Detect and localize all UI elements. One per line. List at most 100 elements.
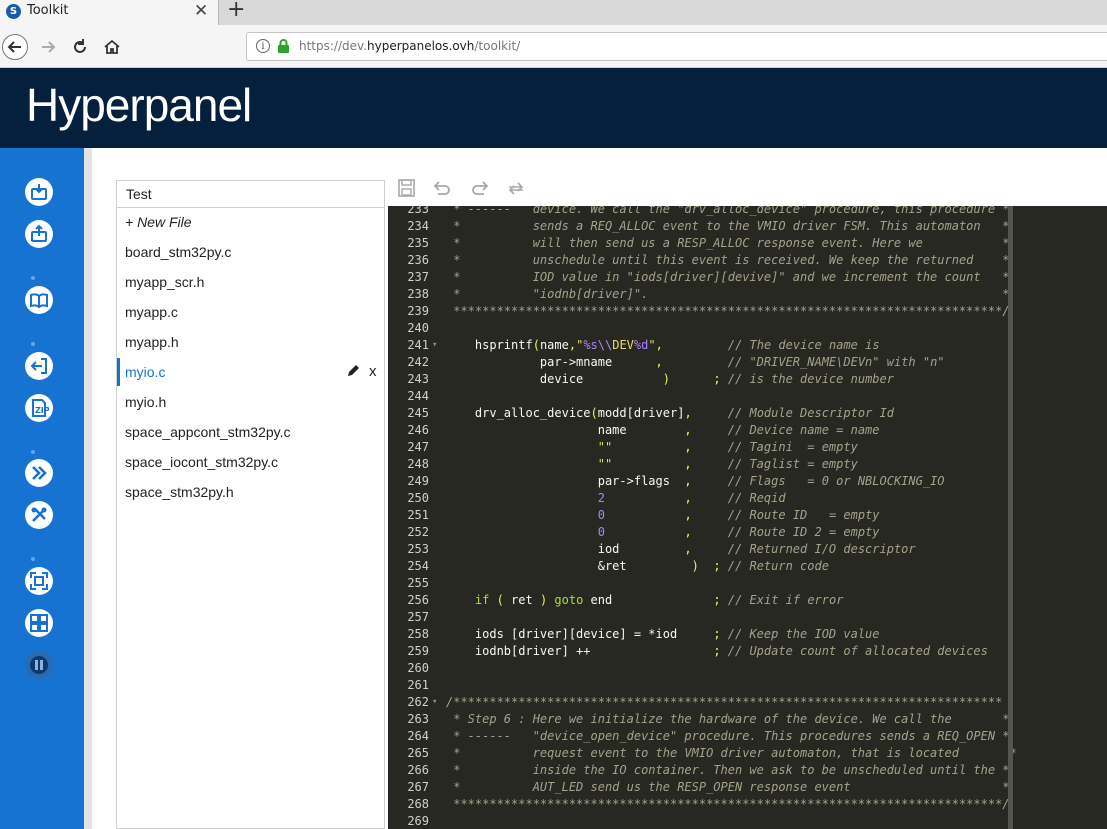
code-line[interactable]: 239 ************************************… [388,303,1107,320]
code-line[interactable]: 241 ▾ hsprintf(name,"%s\\DEV%d", // The d… [388,337,1107,354]
code-line[interactable]: 256 if ( ret ) goto end ; // Exit if err… [388,592,1107,609]
code-line[interactable]: 253 iod , // Returned I/O descriptor [388,541,1107,558]
code-line[interactable]: 259 iodnb[driver] ++ ; // Update count o… [388,643,1107,660]
line-number: 244 [407,389,429,403]
address-bar[interactable]: i https://dev.hyperpanelos.ovh/toolkit/ [246,32,1107,61]
line-number: 259 [407,644,429,658]
code-line[interactable]: 265 * request event to the VMIO driver a… [388,745,1107,762]
code-line[interactable]: 237 * IOD value in "iods[driver][devive]… [388,269,1107,286]
code-line[interactable]: 242 par->mname , // "DRIVER_NAME\DEVn" w… [388,354,1107,371]
code-line[interactable]: 262 ▾ /***********************************… [388,694,1107,711]
code-line[interactable]: 251 0 , // Route ID = empty [388,507,1107,524]
fold-arrow-icon[interactable]: ▾ [432,694,437,711]
code-line[interactable]: 266 * inside the IO container. Then we a… [388,762,1107,779]
line-number: 245 [407,406,429,420]
code-line[interactable]: 252 0 , // Route ID 2 = empty [388,524,1107,541]
code-editor[interactable]: 233 * ------ device. We call the "drv_al… [388,206,1107,829]
save-button[interactable] [396,179,416,197]
code-text: 2 , // Reqid [597,491,786,505]
file-item[interactable]: myapp_scr.h [117,268,384,296]
file-item-active[interactable]: myio.c x [117,358,384,386]
exit-icon [30,358,47,374]
exit-button[interactable] [25,352,53,380]
line-number: 241 [407,338,429,352]
home-button[interactable] [99,34,125,60]
code-line[interactable]: 246 name , // Device name = name [388,422,1107,439]
code-line[interactable]: 260 [388,660,1107,677]
line-number: 256 [407,593,429,607]
code-line[interactable]: 238 * "iodnb[driver]". * [388,286,1107,303]
file-item[interactable]: space_stm32py.h [117,478,384,506]
file-item-label: myio.c [125,364,166,380]
line-number: 262 [407,695,429,709]
code-line[interactable]: 258 iods [driver][device] = *iod ; // Ke… [388,626,1107,643]
pause-button[interactable] [25,651,53,679]
code-line[interactable]: 245 drv_alloc_device(modd[driver], // Mo… [388,405,1107,422]
code-line[interactable]: 269 [388,813,1107,829]
import-button[interactable] [25,178,53,206]
code-line[interactable]: 267 * AUT_LED send us the RESP_OPEN resp… [388,779,1107,796]
line-number: 267 [407,780,429,794]
new-tab-button[interactable]: + [227,0,245,22]
reload-icon [74,39,86,53]
new-file-link[interactable]: + New File [125,214,192,230]
code-line[interactable]: 244 [388,388,1107,405]
zip-icon: ZIP [32,399,49,417]
file-item[interactable]: space_appcont_stm32py.c [117,418,384,446]
code-line[interactable]: 236 * unschedule until this event is rec… [388,252,1107,269]
file-item[interactable]: myapp.c [117,298,384,326]
undo-button[interactable] [432,179,452,197]
code-text: ****************************************… [446,797,1010,811]
docs-button[interactable] [25,286,53,314]
delete-file-button[interactable]: x [369,358,377,386]
code-line[interactable]: 234 * sends a REQ_ALLOC event to the VMI… [388,218,1107,235]
code-line[interactable]: 235 * will then send us a RESP_ALLOC res… [388,235,1107,252]
line-number: 266 [407,763,429,777]
tools-button[interactable] [25,501,53,529]
browser-nav-bar: i https://dev.hyperpanelos.ovh/toolkit/ [0,25,1107,68]
code-text: par->flags , // Flags = 0 or NBLOCKING_I… [446,474,945,488]
file-item[interactable]: space_iocont_stm32py.c [117,448,384,476]
code-line[interactable]: 250 2 , // Reqid [388,490,1107,507]
fullscreen-button[interactable] [25,567,53,595]
redo-button[interactable] [470,179,490,197]
back-button[interactable] [2,34,28,60]
code-line[interactable]: 233 * ------ device. We call the "drv_al… [388,206,1107,218]
file-item[interactable]: board_stm32py.c [117,238,384,266]
browser-tab[interactable]: S Toolkit ✕ [0,0,219,25]
info-icon[interactable]: i [256,39,270,53]
project-name[interactable]: Test [117,181,384,208]
code-line[interactable]: 257 [388,609,1107,626]
code-line[interactable]: 268 ************************************… [388,796,1107,813]
forward-button[interactable] [35,34,61,60]
code-line[interactable]: 255 [388,575,1107,592]
code-line[interactable]: 261 [388,677,1107,694]
file-item[interactable]: myio.h [117,388,384,416]
run-button[interactable] [25,459,53,487]
undo-icon [433,181,450,195]
export-icon [31,224,47,242]
sync-button[interactable] [506,179,526,197]
dashboard-button[interactable] [25,609,53,637]
url-text: https://dev.hyperpanelos.ovh/toolkit/ [299,39,520,53]
fold-arrow-icon[interactable]: ▾ [432,337,437,354]
url-path: /toolkit/ [474,39,521,53]
code-line[interactable]: 263 * Step 6 : Here we initialize the ha… [388,711,1107,728]
code-line[interactable]: 248 "" , // Taglist = empty [388,456,1107,473]
editor-scrollbar[interactable] [1008,206,1013,829]
code-line[interactable]: 247 "" , // Tagini = empty [388,439,1107,456]
code-line[interactable]: 240 [388,320,1107,337]
code-line[interactable]: 254 &ret ) ; // Return code [388,558,1107,575]
code-line[interactable]: 243 device ) ; // is the device number [388,371,1107,388]
code-line[interactable]: 264 * ------ "device_open_device" proced… [388,728,1107,745]
zip-button[interactable]: ZIP [25,394,53,422]
code-text: /***************************************… [446,695,1003,709]
export-button[interactable] [25,220,53,248]
pencil-icon[interactable] [346,364,360,378]
line-number: 238 [407,287,429,301]
code-line[interactable]: 249 par->flags , // Flags = 0 or NBLOCKI… [388,473,1107,490]
line-number: 250 [407,491,429,505]
reload-button[interactable] [67,34,93,60]
file-item[interactable]: myapp.h [117,328,384,356]
tab-close-icon[interactable]: ✕ [194,1,208,21]
